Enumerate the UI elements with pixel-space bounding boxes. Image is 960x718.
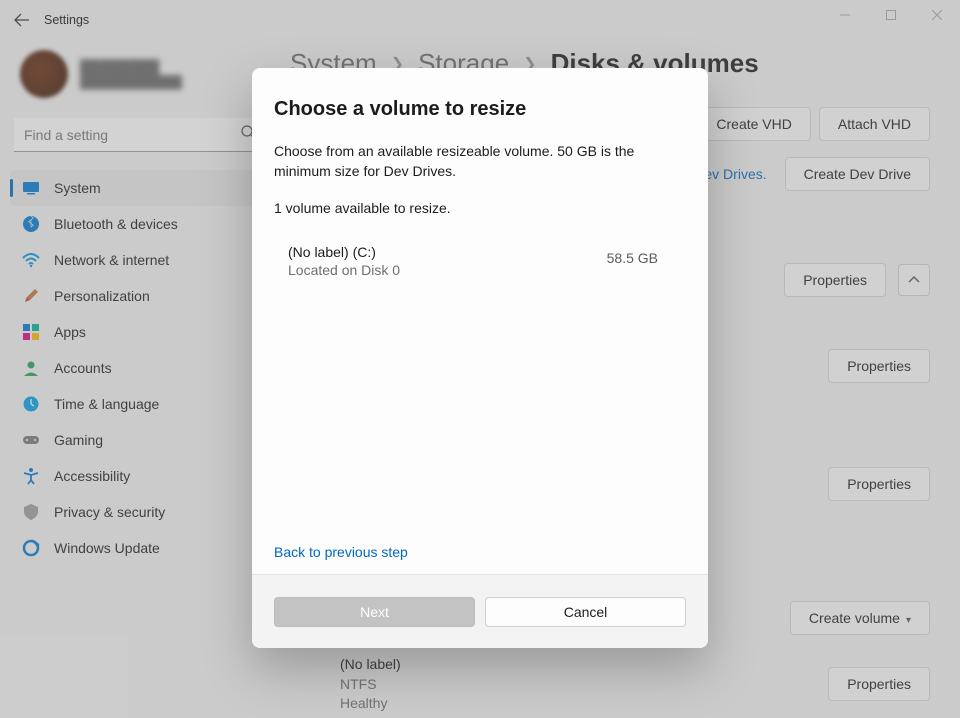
next-button[interactable]: Next	[274, 597, 475, 627]
volume-option-name: (No label) (C:)	[288, 244, 400, 260]
resize-volume-dialog: Choose a volume to resize Choose from an…	[252, 68, 708, 648]
dialog-title: Choose a volume to resize	[274, 98, 686, 121]
dialog-footer: Next Cancel	[252, 574, 708, 648]
volume-option[interactable]: (No label) (C:) Located on Disk 0 58.5 G…	[274, 244, 686, 278]
cancel-button[interactable]: Cancel	[485, 597, 686, 627]
volume-option-location: Located on Disk 0	[288, 262, 400, 278]
dialog-availability: 1 volume available to resize.	[274, 200, 686, 216]
back-to-previous-link[interactable]: Back to previous step	[274, 544, 408, 560]
volume-option-size: 58.5 GB	[607, 244, 678, 266]
dialog-description: Choose from an available resizeable volu…	[274, 141, 674, 182]
